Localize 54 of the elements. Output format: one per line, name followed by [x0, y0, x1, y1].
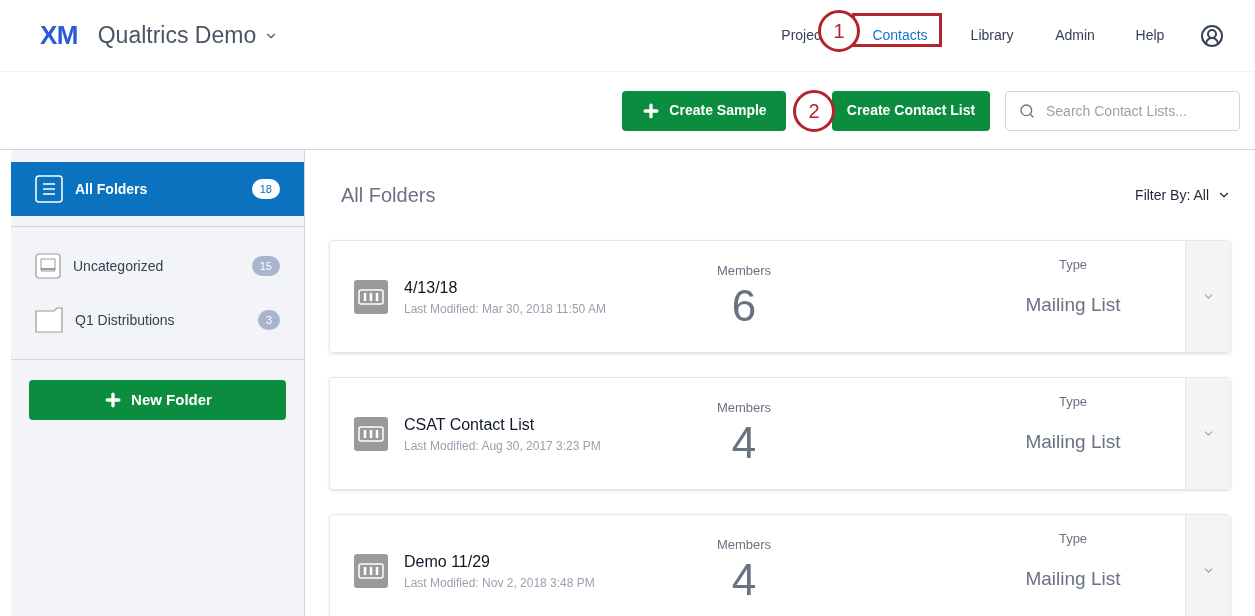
list-type: Mailing List — [1025, 566, 1121, 591]
members-label: Members — [716, 261, 772, 280]
nav-link[interactable]: Help — [1134, 25, 1166, 46]
folder-item[interactable]: All Folders 18 — [11, 162, 304, 216]
type-label: Type — [1058, 530, 1088, 548]
members-label: Members — [716, 535, 772, 554]
expand-button[interactable] — [1185, 378, 1230, 489]
list-icon — [35, 175, 63, 203]
last-modified: Last Modified: Aug 30, 2017 3:23 PM — [404, 437, 602, 455]
folder-icon — [35, 307, 63, 333]
type-label: Type — [1058, 393, 1088, 411]
nav-link[interactable]: Library — [968, 25, 1016, 46]
count-badge: 3 — [257, 309, 280, 331]
tray-icon — [35, 253, 61, 279]
contact-list-card[interactable]: CSAT Contact List Last Modified: Aug 30, 2017 3:23 PM Members 4 Type Mailing List — [329, 377, 1231, 490]
search-icon — [1019, 102, 1035, 119]
count-badge: 15 — [251, 255, 280, 277]
nav-link[interactable]: Admin — [1053, 25, 1097, 46]
list-name: 4/13/18 — [404, 277, 459, 298]
expand-button[interactable] — [1185, 241, 1230, 352]
account-icon[interactable] — [1200, 23, 1224, 48]
members-count: 4 — [731, 417, 757, 470]
members-count: 6 — [731, 280, 757, 333]
logo[interactable]: XM — [40, 16, 78, 55]
type-label: Type — [1058, 256, 1088, 274]
folder-label: All Folders — [75, 179, 148, 199]
contact-list-card[interactable]: Demo 11/29 Last Modified: Nov 2, 2018 3:48 PM Members 4 Type Mailing List — [329, 514, 1231, 616]
people-icon — [354, 416, 388, 451]
members-label: Members — [716, 398, 772, 417]
list-name: Demo 11/29 — [404, 551, 491, 572]
section-title: All Folders — [341, 183, 436, 208]
list-name: CSAT Contact List — [404, 414, 536, 435]
step-marker: 2 — [793, 90, 835, 132]
people-icon — [354, 279, 388, 314]
folder-label: Q1 Distributions — [75, 310, 175, 330]
create-button[interactable]: Create Contact List — [832, 90, 990, 131]
folder-label: Uncategorized — [73, 256, 164, 276]
last-modified: Last Modified: Mar 30, 2018 11:50 AM — [404, 300, 607, 318]
last-modified: Last Modified: Nov 2, 2018 3:48 PM — [404, 574, 596, 592]
people-icon — [354, 553, 388, 588]
members-count: 4 — [731, 554, 757, 607]
list-type: Mailing List — [1025, 429, 1121, 454]
nav-link[interactable]: Contacts — [869, 25, 931, 46]
contact-list-card[interactable]: 4/13/18 Last Modified: Mar 30, 2018 11:50 AM Members 6 Type Mailing List — [329, 240, 1231, 353]
expand-button[interactable] — [1185, 515, 1230, 616]
list-type: Mailing List — [1025, 292, 1121, 317]
folder-item[interactable]: Q1 Distributions 3 — [11, 293, 304, 347]
create-button[interactable]: Create Sample — [622, 90, 786, 131]
new-folder-button[interactable]: New Folder — [29, 380, 286, 420]
count-badge: 18 — [251, 178, 280, 200]
filter-dropdown[interactable]: Filter By: All — [1135, 184, 1231, 206]
brand-menu[interactable]: Qualtrics Demo — [97, 18, 279, 53]
search-field[interactable]: Search Contact Lists... — [1005, 90, 1240, 131]
folder-item[interactable]: Uncategorized 15 — [11, 239, 304, 293]
